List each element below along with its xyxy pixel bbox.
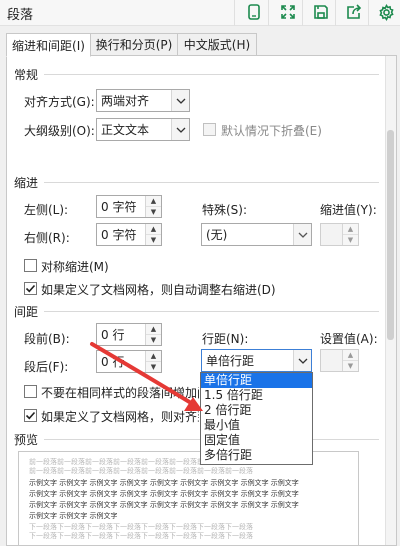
line-spacing-option[interactable]: 最小值 [201, 418, 312, 433]
dialog-title: 段落 [7, 8, 34, 23]
preview-text-sample: 示例文字 示例文字 示例文字 示例文字 示例文字 示例文字 示例文字 示例文字 … [29, 501, 299, 509]
line-spacing-option[interactable]: 单倍行距 [201, 373, 312, 388]
line-spacing-option[interactable]: 多倍行距 [201, 448, 312, 463]
space-before-stepper[interactable]: 0 行 ▲ ▼ [96, 323, 162, 346]
indent-left-label: 左侧(L): [24, 203, 69, 217]
indent-value-label: 缩进值(Y): [320, 203, 377, 217]
stepper-up-icon[interactable]: ▲ [343, 350, 358, 360]
indent-left-stepper[interactable]: 0 字符 ▲ ▼ [96, 195, 162, 218]
space-after-stepper[interactable]: 0 行 ▲ ▼ [96, 350, 162, 373]
stepper-up-icon[interactable]: ▲ [146, 196, 161, 206]
stepper-up-icon[interactable]: ▲ [146, 224, 161, 234]
alignment-dropdown[interactable]: 两端对齐 [96, 89, 190, 112]
snap-to-grid-label: 如果定义了文档网格，则对齐到网格 [41, 410, 199, 424]
outline-level-dropdown[interactable]: 正文文本 [96, 118, 190, 141]
stepper-down-icon[interactable]: ▼ [343, 234, 358, 245]
space-before-label: 段前(B): [24, 332, 70, 346]
indent-section-header: 缩进 [14, 176, 39, 190]
collapse-default-checkbox[interactable] [203, 123, 216, 136]
alignment-value: 两端对齐 [101, 94, 150, 108]
set-value-stepper[interactable]: ▲ ▼ [320, 349, 359, 372]
checkmark-icon [25, 284, 36, 293]
chevron-down-icon[interactable] [293, 224, 311, 245]
line-spacing-option[interactable]: 固定值 [201, 433, 312, 448]
indent-right-value: 0 字符 [101, 228, 137, 242]
expand-icon[interactable] [278, 2, 298, 22]
chevron-down-icon[interactable] [293, 350, 311, 371]
auto-adjust-checkbox[interactable] [24, 282, 37, 295]
save-icon[interactable] [311, 2, 331, 22]
checkmark-icon [25, 411, 36, 420]
special-indent-label: 特殊(S): [202, 203, 248, 217]
auto-adjust-label: 如果定义了文档网格，则自动调整右缩进(D) [41, 283, 276, 297]
gear-icon[interactable] [376, 2, 396, 22]
preview-section-header: 预览 [14, 433, 39, 447]
preview-text-after: 下一段落下一段落下一段落下一段落下一段落下一段落下一段落下一段落 [29, 523, 253, 531]
collapse-default-label: 默认情况下折叠(E) [221, 124, 322, 138]
mirror-indent-checkbox[interactable] [24, 259, 37, 272]
snap-to-grid-checkbox[interactable] [24, 409, 37, 422]
divider [44, 311, 379, 312]
indent-value-stepper[interactable]: ▲ ▼ [320, 223, 359, 246]
space-before-value: 0 行 [101, 328, 125, 342]
preview-pane: 前一段落前一段落前一段落前一段落前一段落前一段落前一段落前一段落 前一段落前一段… [18, 451, 359, 546]
indent-right-stepper[interactable]: 0 字符 ▲ ▼ [96, 223, 162, 246]
stepper-down-icon[interactable]: ▼ [146, 334, 161, 345]
spacing-section-header: 间距 [14, 305, 39, 319]
line-spacing-option[interactable]: 1.5 倍行距 [201, 388, 312, 403]
toolbar-divider [234, 0, 235, 26]
stepper-up-icon[interactable]: ▲ [146, 324, 161, 334]
chevron-down-icon[interactable] [171, 119, 189, 140]
line-spacing-dropdown[interactable]: 单倍行距 [201, 349, 312, 372]
stepper-down-icon[interactable]: ▼ [146, 234, 161, 245]
tab-asian-typography[interactable]: 中文版式(H) [177, 33, 257, 56]
preview-text-sample: 示例文字 示例文字 示例文字 示例文字 示例文字 示例文字 示例文字 示例文字 … [29, 490, 299, 498]
special-indent-dropdown[interactable]: (无) [201, 223, 312, 246]
alignment-label: 对齐方式(G): [24, 95, 95, 109]
special-indent-value: (无) [206, 228, 228, 242]
indent-left-value: 0 字符 [101, 200, 137, 214]
mirror-indent-label: 对称缩进(M) [41, 260, 109, 274]
general-section-header: 常规 [14, 68, 39, 82]
tab-line-page-breaks[interactable]: 换行和分页(P) [90, 33, 178, 56]
outline-level-value: 正文文本 [101, 123, 150, 137]
toolbar-divider [268, 0, 269, 26]
scrollbar-thumb[interactable] [387, 130, 394, 340]
indent-right-label: 右侧(R): [24, 231, 70, 245]
phone-icon[interactable] [244, 2, 264, 22]
divider [44, 74, 379, 75]
stepper-up-icon[interactable]: ▲ [146, 351, 161, 361]
line-spacing-options-list[interactable]: 单倍行距 1.5 倍行距 2 倍行距 最小值 固定值 多倍行距 [200, 372, 313, 465]
space-after-label: 段后(F): [24, 360, 69, 374]
share-icon[interactable] [344, 2, 364, 22]
line-spacing-value: 单倍行距 [206, 354, 255, 368]
toolbar-divider [302, 0, 303, 26]
tab-indent-spacing[interactable]: 缩进和间距(I) [6, 33, 91, 57]
stepper-up-icon[interactable]: ▲ [343, 224, 358, 234]
stepper-down-icon[interactable]: ▼ [146, 361, 161, 372]
divider [44, 182, 379, 183]
set-value-label: 设置值(A): [320, 332, 378, 346]
line-spacing-option[interactable]: 2 倍行距 [201, 403, 312, 418]
no-space-same-style-checkbox[interactable] [24, 385, 37, 398]
space-after-value: 0 行 [101, 355, 125, 369]
preview-text-before: 前一段落前一段落前一段落前一段落前一段落前一段落前一段落前一段落 [29, 467, 253, 475]
toolbar-divider [368, 0, 369, 26]
preview-text-sample: 示例文字 示例文字 示例文字 [29, 512, 118, 520]
stepper-down-icon[interactable]: ▼ [146, 206, 161, 217]
stepper-down-icon[interactable]: ▼ [343, 360, 358, 371]
preview-text-after: 下一段落下一段落下一段落下一段落下一段落下一段落下一段落下一段落 [29, 532, 253, 540]
outline-level-label: 大纲级别(O): [24, 124, 95, 138]
line-spacing-label: 行距(N): [202, 332, 249, 346]
title-bar [0, 0, 400, 26]
chevron-down-icon[interactable] [171, 90, 189, 111]
preview-text-sample: 示例文字 示例文字 示例文字 示例文字 示例文字 示例文字 示例文字 示例文字 … [29, 479, 299, 487]
toolbar-divider [335, 0, 336, 26]
no-space-same-style-label: 不要在相同样式的段落间增加间距 [41, 386, 199, 400]
